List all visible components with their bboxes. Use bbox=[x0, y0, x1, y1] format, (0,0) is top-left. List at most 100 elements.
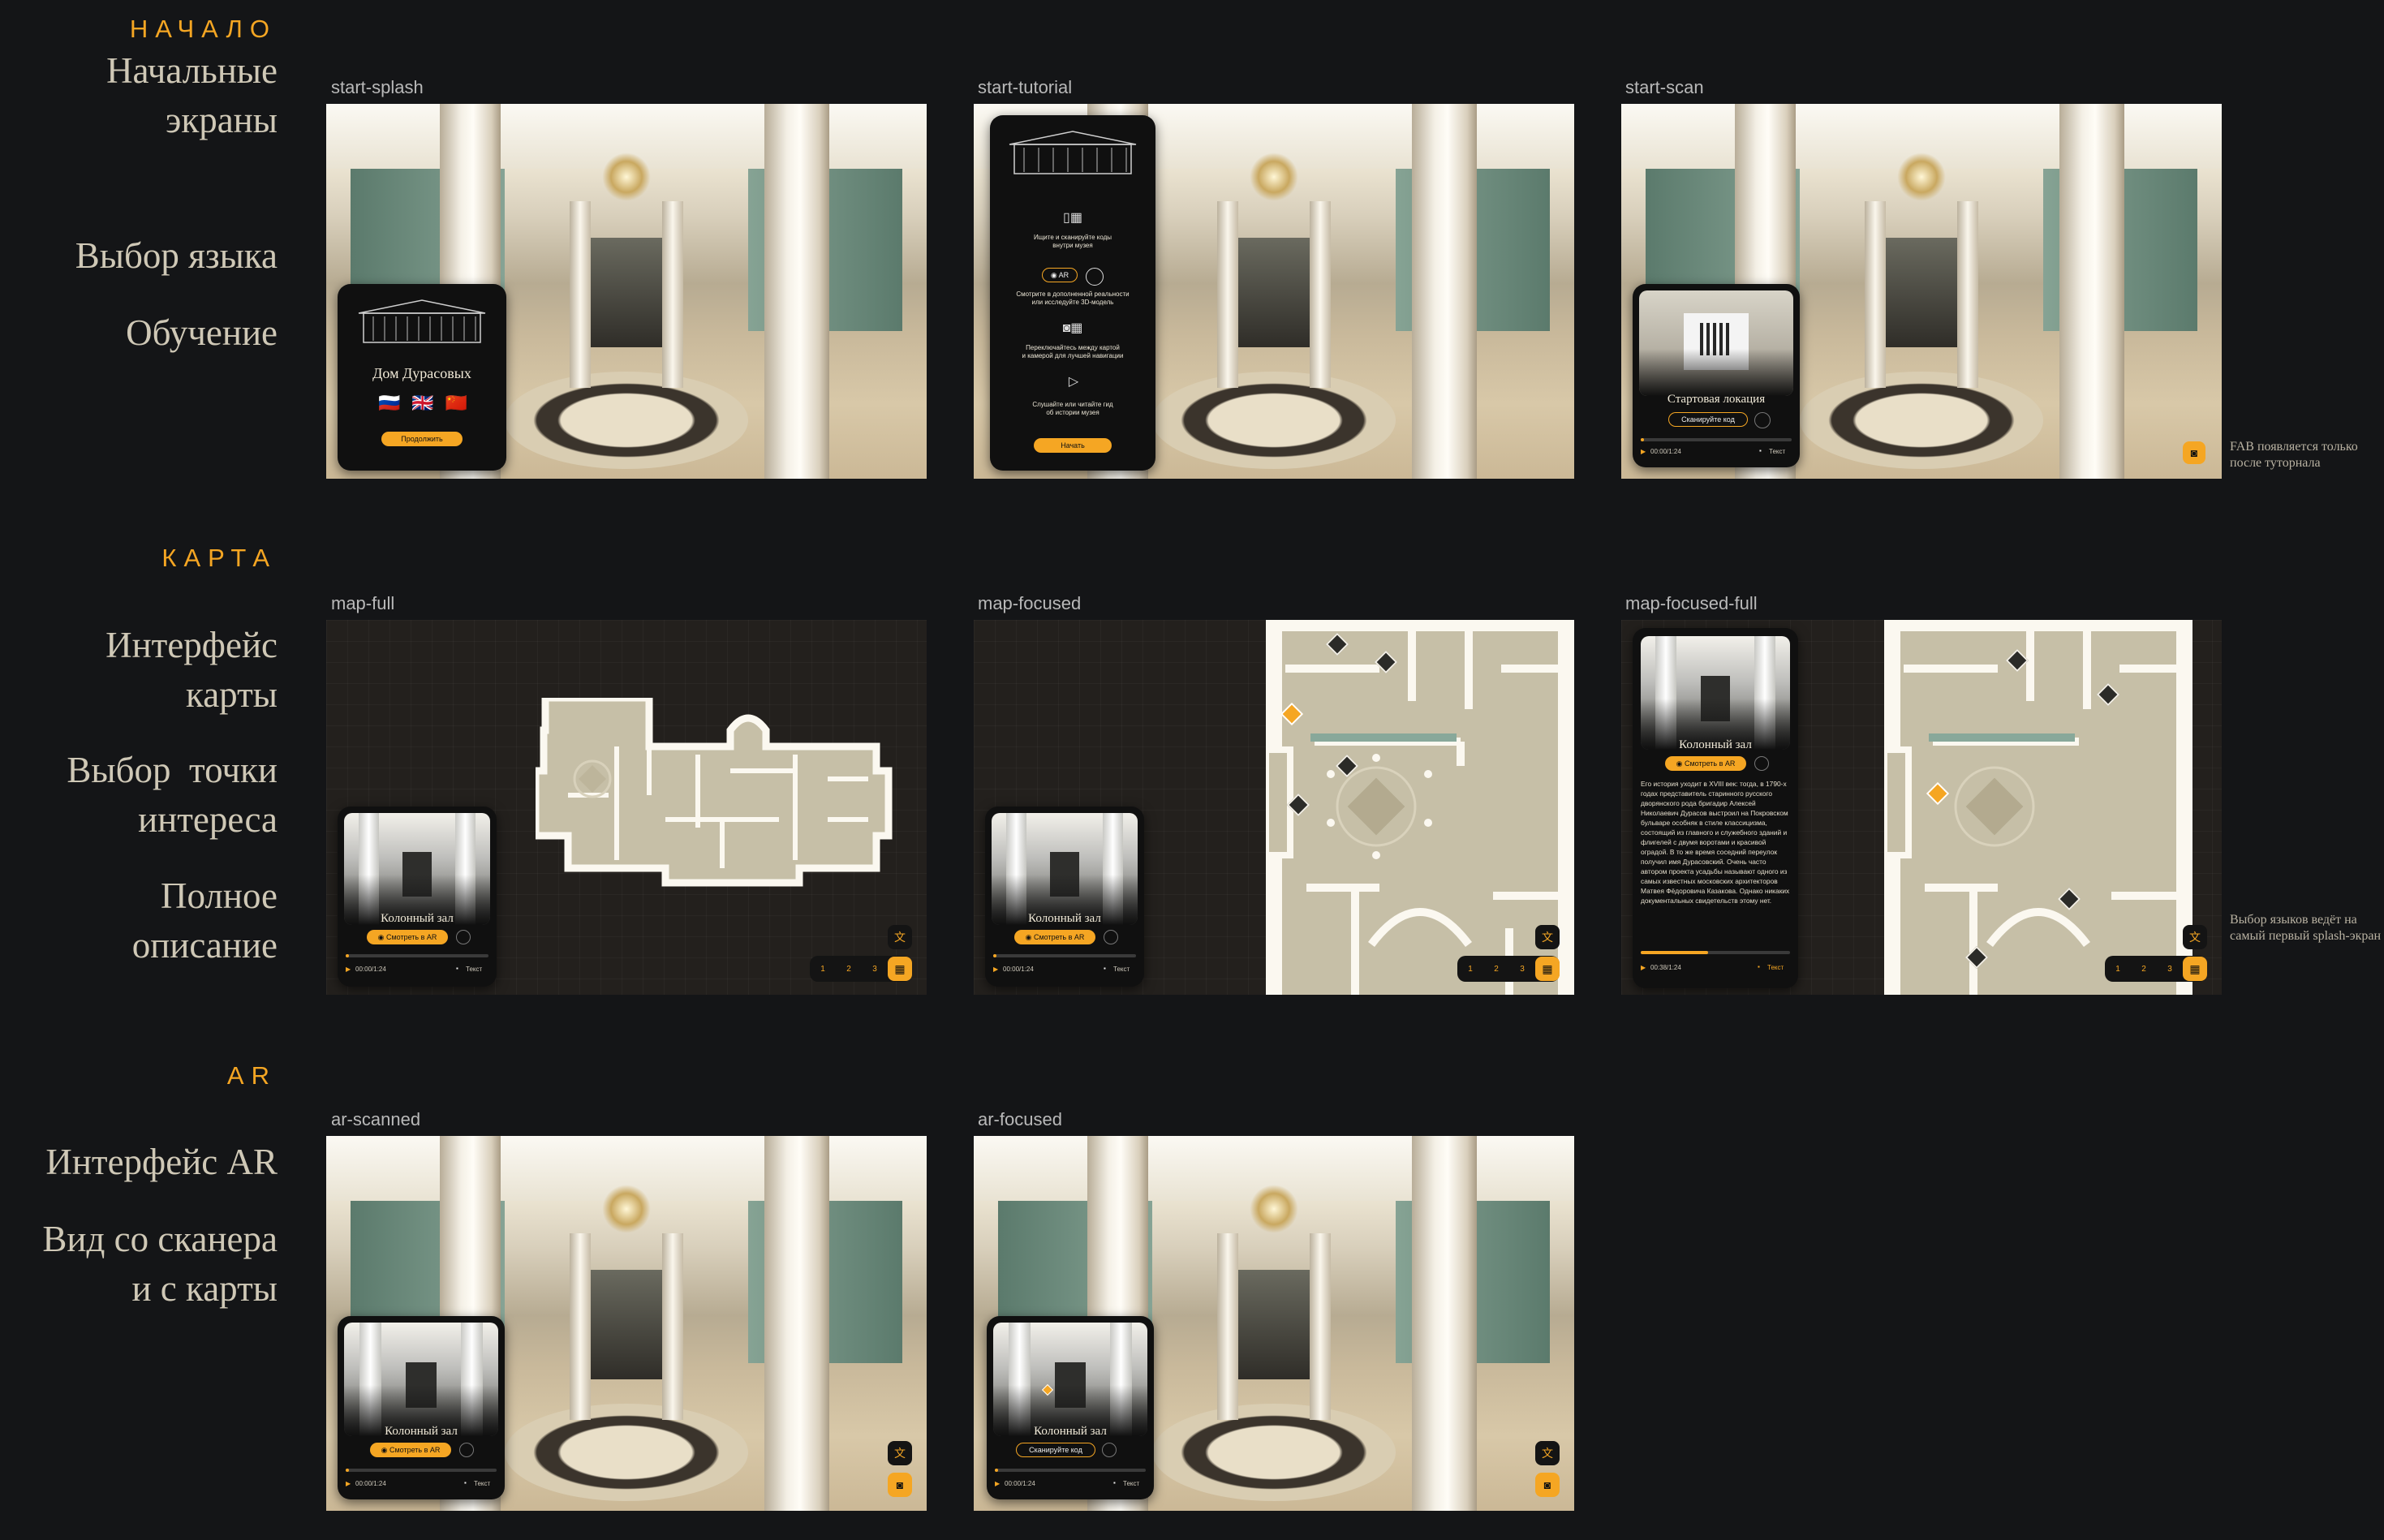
translate-icon: 文 bbox=[1542, 1447, 1553, 1460]
flag-ru-button[interactable]: 🇷🇺 bbox=[378, 393, 400, 414]
flag-cn-button[interactable]: 🇨🇳 bbox=[445, 393, 467, 414]
play-icon[interactable]: ▶ bbox=[993, 966, 998, 973]
audio-time: 00:00/1:24 bbox=[1003, 966, 1034, 973]
text-toggle[interactable]: Текст bbox=[1769, 448, 1785, 455]
3d-button[interactable] bbox=[456, 930, 471, 944]
view-ar-button[interactable]: ◉ Смотреть в AR bbox=[1665, 756, 1746, 771]
frame-label: ar-focused bbox=[978, 1109, 1062, 1129]
view-ar-button[interactable]: ◉ Смотреть в AR bbox=[370, 1443, 451, 1457]
eye-icon: ◉ bbox=[1050, 271, 1059, 279]
qr-fab[interactable]: ▦ bbox=[2183, 957, 2207, 981]
scan-card: Стартовая локация Сканируйте код ▶ 00:00… bbox=[1633, 284, 1800, 467]
view-ar-button[interactable]: ◉ Смотреть в AR bbox=[367, 930, 448, 944]
poi-title: Колонный зал bbox=[385, 1425, 458, 1438]
floor-2-button[interactable]: 2 bbox=[836, 965, 862, 974]
poi-title: Колонный зал bbox=[1034, 1425, 1107, 1438]
ar-pill-label: AR bbox=[1058, 271, 1069, 279]
label-ar-ui: Интерфейс AR bbox=[45, 1142, 278, 1182]
text-toggle[interactable]: Текст bbox=[1123, 1480, 1139, 1487]
3d-icon bbox=[1086, 268, 1104, 286]
3d-button[interactable] bbox=[459, 1443, 474, 1457]
floor-3-button[interactable]: 3 bbox=[2157, 965, 2183, 974]
map-fab[interactable]: ◙ bbox=[2183, 441, 2205, 464]
floor-2-button[interactable]: 2 bbox=[1483, 965, 1509, 974]
label-start-screens: Начальные экраны bbox=[106, 50, 278, 140]
continue-button[interactable]: Продолжить bbox=[381, 432, 463, 446]
play-icon[interactable]: ▶ bbox=[346, 1480, 351, 1487]
frame-map-full: Колонный зал ◉ Смотреть в AR ▶ 00:00/1:2… bbox=[326, 620, 927, 995]
note-lang: Выбор языков ведёт на самый первый splas… bbox=[2230, 913, 2381, 943]
audio-time: 00:00/1:24 bbox=[1005, 1480, 1035, 1487]
audio-progress[interactable] bbox=[346, 1469, 497, 1472]
translate-button[interactable]: 文 bbox=[2183, 925, 2207, 949]
frame-map-focused: Колонный зал ◉ Смотреть в AR ▶ 00:00/1:2… bbox=[974, 620, 1574, 995]
play-icon[interactable]: ▶ bbox=[995, 1480, 1000, 1487]
audio-progress[interactable] bbox=[995, 1469, 1146, 1472]
floor-1-button[interactable]: 1 bbox=[810, 965, 836, 974]
audio-progress[interactable] bbox=[1641, 951, 1790, 954]
section-title-ar: AR bbox=[226, 1061, 277, 1090]
audio-time: 00:00/1:24 bbox=[1650, 448, 1681, 455]
3d-button[interactable] bbox=[1754, 756, 1769, 771]
floor-3-button[interactable]: 3 bbox=[1509, 965, 1535, 974]
view-ar-button[interactable]: ◉ Смотреть в AR bbox=[1014, 930, 1095, 944]
floor-plan-zoomed[interactable] bbox=[1881, 620, 2193, 995]
poi-title: Колонный зал bbox=[1028, 912, 1101, 925]
scan-code-button[interactable]: Сканируйте код bbox=[1016, 1443, 1095, 1457]
translate-button[interactable]: 文 bbox=[1535, 925, 1560, 949]
frame-ar-focused: Колонный зал Сканируйте код ▶ 00:00/1:24… bbox=[974, 1136, 1574, 1511]
text-toggle[interactable]: Текст bbox=[466, 966, 482, 973]
floor-plan-zoomed[interactable] bbox=[1263, 620, 1574, 995]
text-icon: ▪ bbox=[456, 965, 458, 972]
translate-button[interactable]: 文 bbox=[1535, 1441, 1560, 1465]
3d-button[interactable] bbox=[1754, 412, 1771, 428]
floor-3-button[interactable]: 3 bbox=[862, 965, 888, 974]
frame-label: ar-scanned bbox=[331, 1109, 421, 1129]
eye-icon: ◉ bbox=[1676, 759, 1685, 768]
label-language: Выбор языка bbox=[75, 235, 278, 276]
floor-2-button[interactable]: 2 bbox=[2131, 965, 2157, 974]
frame-label: map-full bbox=[331, 593, 395, 613]
flag-en-button[interactable]: 🇬🇧 bbox=[411, 393, 433, 414]
map-fab[interactable]: ◙ bbox=[1535, 1473, 1560, 1497]
qr-icon: ▦ bbox=[1542, 962, 1553, 975]
audio-progress[interactable] bbox=[1641, 438, 1792, 441]
play-icon[interactable]: ▶ bbox=[1641, 448, 1646, 455]
text-icon: ▪ bbox=[1113, 1479, 1116, 1486]
museum-title: Дом Дурасовых bbox=[372, 365, 471, 381]
poi-photo bbox=[993, 1323, 1147, 1436]
museum-building-icon bbox=[355, 297, 488, 346]
3d-button[interactable] bbox=[1104, 930, 1118, 944]
play-icon[interactable]: ▶ bbox=[1641, 964, 1646, 971]
frame-start-scan: Стартовая локация Сканируйте код ▶ 00:00… bbox=[1621, 104, 2222, 479]
play-icon[interactable]: ▶ bbox=[346, 966, 351, 973]
audio-time: 00:00/1:24 bbox=[355, 966, 386, 973]
audio-progress[interactable] bbox=[346, 954, 488, 957]
text-toggle[interactable]: Текст bbox=[1767, 964, 1784, 971]
label-map-ui: Интерфейс карты bbox=[105, 625, 278, 715]
scan-code-button[interactable]: Сканируйте код bbox=[1668, 412, 1748, 427]
text-toggle[interactable]: Текст bbox=[1113, 966, 1130, 973]
poi-title: Колонный зал bbox=[1679, 738, 1752, 751]
poi-card: Колонный зал ◉ Смотреть в AR ▶ 00:00/1:2… bbox=[985, 807, 1144, 987]
map-qr-icon: ◙▦ bbox=[1062, 321, 1083, 335]
floor-1-button[interactable]: 1 bbox=[1457, 965, 1483, 974]
splash-card: Дом Дурасовых 🇷🇺 🇬🇧 🇨🇳 Продолжить bbox=[338, 284, 506, 471]
translate-button[interactable]: 文 bbox=[888, 1441, 912, 1465]
map-icon: ◙ bbox=[896, 1478, 904, 1491]
translate-button[interactable]: 文 bbox=[888, 925, 912, 949]
poi-card: Колонный зал ◉ Смотреть в AR ▶ 00:00/1:2… bbox=[338, 1316, 505, 1499]
audio-progress[interactable] bbox=[993, 954, 1136, 957]
start-button[interactable]: Начать bbox=[1034, 438, 1112, 453]
translate-icon: 文 bbox=[894, 1447, 906, 1460]
qr-fab[interactable]: ▦ bbox=[888, 957, 912, 981]
location-title: Стартовая локация bbox=[1667, 393, 1766, 406]
qr-fab[interactable]: ▦ bbox=[1535, 957, 1560, 981]
floor-1-button[interactable]: 1 bbox=[2105, 965, 2131, 974]
map-fab[interactable]: ◙ bbox=[888, 1473, 912, 1497]
3d-button[interactable] bbox=[1102, 1443, 1117, 1457]
eye-icon: ◉ bbox=[1025, 933, 1034, 941]
tutorial-card: ▯▦ Ищите и сканируйте коды внутри музея … bbox=[990, 115, 1155, 471]
floor-plan[interactable] bbox=[531, 694, 893, 925]
text-toggle[interactable]: Текст bbox=[474, 1480, 490, 1487]
